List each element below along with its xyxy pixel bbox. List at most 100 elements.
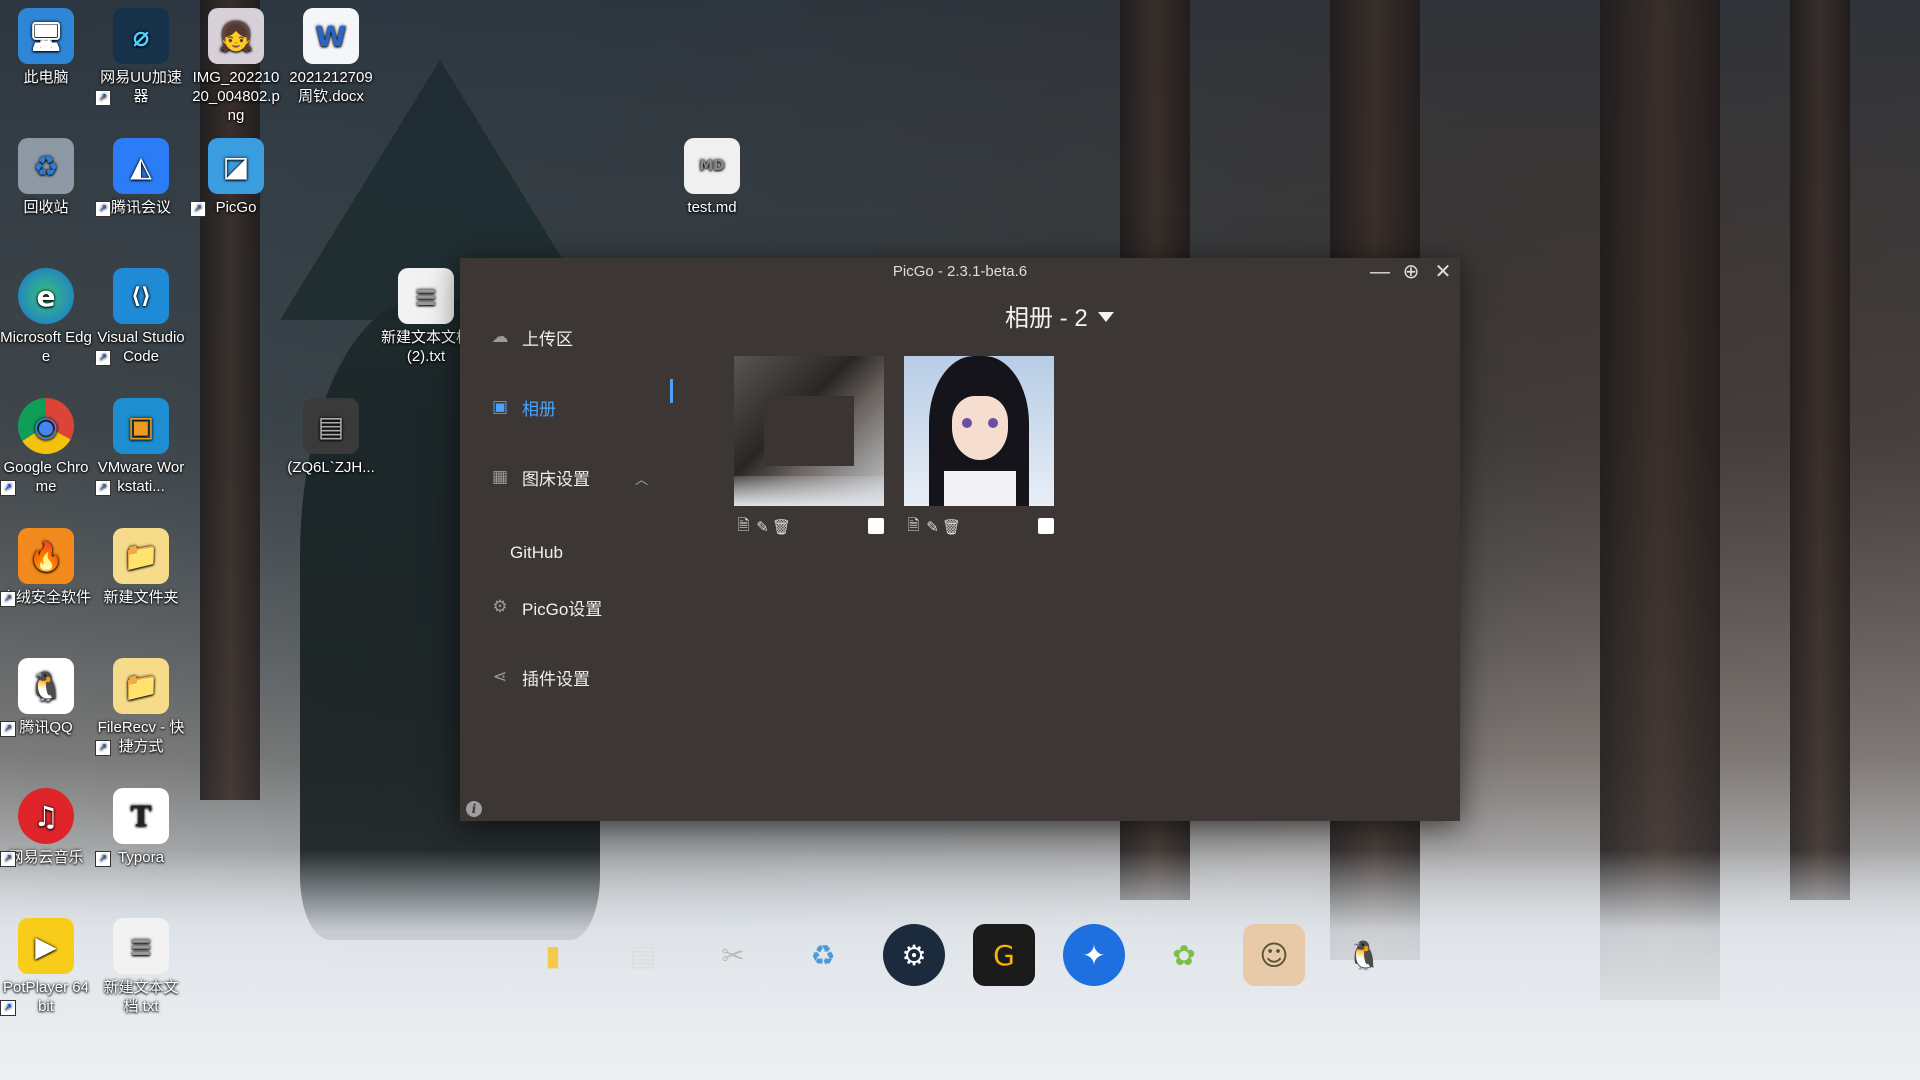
desktop-icon-huorong[interactable]: 🔥 ↗ 火绒安全软件 [0,528,92,607]
plant-dock-icon[interactable]: ✿ [1153,924,1215,986]
desktop-icon-zq6l[interactable]: ▤ (ZQ6L`ZJH... [285,398,377,477]
desktop-icon-label: 腾讯QQ [19,719,73,736]
trash-icon[interactable]: 🗑 [942,518,961,537]
active-indicator [670,379,673,403]
picgo-window: PicGo - 2.3.1-beta.6 — ⊕ ✕ ☁ 上传区 ▣ 相册 ▦ … [460,258,1460,821]
desktop-icon-uu[interactable]: ⌀ ↗ 网易UU加速器 [95,8,187,106]
select-checkbox[interactable] [868,518,884,534]
potplayer-icon: ▶ [18,918,74,974]
image-actions: 🗎 ✎ 🗑 [904,516,1054,538]
desktop-icon-label: 腾讯会议 [110,199,171,216]
snow-ground [0,850,1920,1080]
desktop-icon-label: 新建文本文档.txt [103,979,179,1015]
shortcut-arrow-icon: ↗ [0,851,16,867]
trash-icon[interactable]: 🗑 [772,518,791,537]
image-thumbnail[interactable] [904,356,1054,506]
info-icon[interactable]: i [466,801,482,817]
nav-bed-settings[interactable]: ▦ 图床设置 [490,462,590,492]
desktop-icon-label: 新建文件夹 [103,589,179,606]
vscode-icon: ⟨⟩ [113,268,169,324]
nav-album-label: 相册 [522,399,556,419]
typora-icon: T [113,788,169,844]
edge-browser-icon: e [18,268,74,324]
shortcut-arrow-icon: ↗ [95,201,111,217]
notepad-dock-icon[interactable]: ▤ [612,924,674,986]
album-dropdown[interactable]: 相册 - 2 [1005,298,1114,333]
shortcut-arrow-icon: ↗ [95,740,111,756]
desktop-icon-potplayer[interactable]: ▶ ↗ PotPlayer 64 bit [0,918,92,1016]
chrome-browser-icon: ◉ [18,398,74,454]
desktop-icon-netease-music[interactable]: ♫ ↗ 网易云音乐 [0,788,92,867]
copy-link-icon[interactable]: 🗎 [734,517,753,537]
desktop-icon-edge[interactable]: e Microsoft Edge [0,268,92,366]
album-item: 🗎 ✎ 🗑 [734,356,884,536]
shortcut-arrow-icon: ↗ [95,480,111,496]
image-file-icon: ▤ [303,398,359,454]
word-document-icon: W [303,8,359,64]
browser-dock-icon[interactable]: ✦ [1063,924,1125,986]
copy-link-icon[interactable]: 🗎 [904,517,923,537]
minimize-icon[interactable]: — [1370,261,1390,283]
desktop-icon-txt[interactable]: ≡ 新建文本文档.txt [95,918,187,1016]
nav-bed-settings-label: 图床设置 [522,469,590,489]
desktop-icon-label: test.md [687,199,737,216]
desktop-icon-filerecv[interactable]: 📁 ↗ FileRecv - 快捷方式 [95,658,187,756]
desktop-icon-picgo[interactable]: ◪ ↗ PicGo [190,138,282,217]
desktop-icon-label: Microsoft Edge [0,329,92,365]
recycle-bin-icon: ♻ [18,138,74,194]
pin-icon[interactable]: ⊕ [1402,261,1420,283]
nav-album[interactable]: ▣ 相册 [490,392,556,422]
picgo-app-icon: ◪ [208,138,264,194]
qq-penguin-icon: 🐧 [18,658,74,714]
genshin-dock-icon[interactable]: ☺ [1243,924,1305,986]
desktop-icon-txt-2[interactable]: ≡ 新建文本文档(2).txt [380,268,472,366]
select-checkbox[interactable] [1038,518,1054,534]
nav-github[interactable]: GitHub [510,543,563,563]
picture-icon: ▣ [491,397,509,416]
folder-dock-icon[interactable]: ▮ [522,924,584,986]
edit-icon[interactable]: ✎ [753,518,772,537]
share-icon: ⋖ [492,667,508,686]
chevron-up-icon[interactable]: ︿ [635,469,648,488]
tools-dock-icon[interactable]: ✂ [702,924,764,986]
desktop-icon-this-pc[interactable]: 🖥 此电脑 [0,8,92,87]
desktop-icon-label: 网易云音乐 [8,849,84,866]
game-g-dock-icon[interactable]: G [973,924,1035,986]
tencent-meeting-icon: ◭ [113,138,169,194]
nav-picgo-settings[interactable]: ⚙ PicGo设置 [490,592,602,622]
desktop-icon-new-folder[interactable]: 📁 新建文件夹 [95,528,187,607]
desktop-icon-recycle-bin[interactable]: ♻ 回收站 [0,138,92,217]
desktop-icon-typora[interactable]: T ↗ Typora [95,788,187,867]
shortcut-arrow-icon: ↗ [0,480,16,496]
folder-icon: 📁 [113,528,169,584]
desktop-icon-test-md[interactable]: MD test.md [666,138,758,217]
album-title: 相册 - 2 [1005,305,1088,332]
nav-upload-label: 上传区 [522,329,573,349]
desktop-icon-img-png[interactable]: 👧 IMG_20221020_004802.png [190,8,282,125]
window-controls: — ⊕ ✕ [1370,261,1452,283]
qq-dock-icon[interactable]: 🐧 [1333,924,1395,986]
desktop-icon-qq[interactable]: 🐧 ↗ 腾讯QQ [0,658,92,737]
desktop-icon-vscode[interactable]: ⟨⟩ ↗ Visual Studio Code [95,268,187,366]
computer-icon: 🖥 [18,8,74,64]
netease-music-icon: ♫ [18,788,74,844]
shortcut-arrow-icon: ↗ [95,90,111,106]
desktop-icon-chrome[interactable]: ◉ ↗ Google Chrome [0,398,92,496]
close-icon[interactable]: ✕ [1434,261,1452,283]
album-item: 🗎 ✎ 🗑 [904,356,1054,536]
nav-plugin-settings[interactable]: ⋖ 插件设置 [490,662,590,692]
shortcut-arrow-icon: ↗ [95,350,111,366]
edit-icon[interactable]: ✎ [923,518,942,537]
desktop-icon-label: Typora [118,849,164,866]
desktop-icon-vmware[interactable]: ▣ ↗ VMware Workstati... [95,398,187,496]
image-thumbnail[interactable] [734,356,884,506]
desktop-icon-tencent-meeting[interactable]: ◭ ↗ 腾讯会议 [95,138,187,217]
text-file-icon: ≡ [113,918,169,974]
nav-upload[interactable]: ☁ 上传区 [490,322,574,352]
desktop-icon-docx[interactable]: W 2021212709周钦.docx [285,8,377,106]
shortcut-arrow-icon: ↗ [0,591,16,607]
recycle-bin-dock-icon[interactable]: ♻ [792,924,854,986]
gear-icon: ⚙ [492,597,508,616]
steam-dock-icon[interactable]: ⚙ [883,924,945,986]
shortcut-arrow-icon: ↗ [0,1000,16,1016]
